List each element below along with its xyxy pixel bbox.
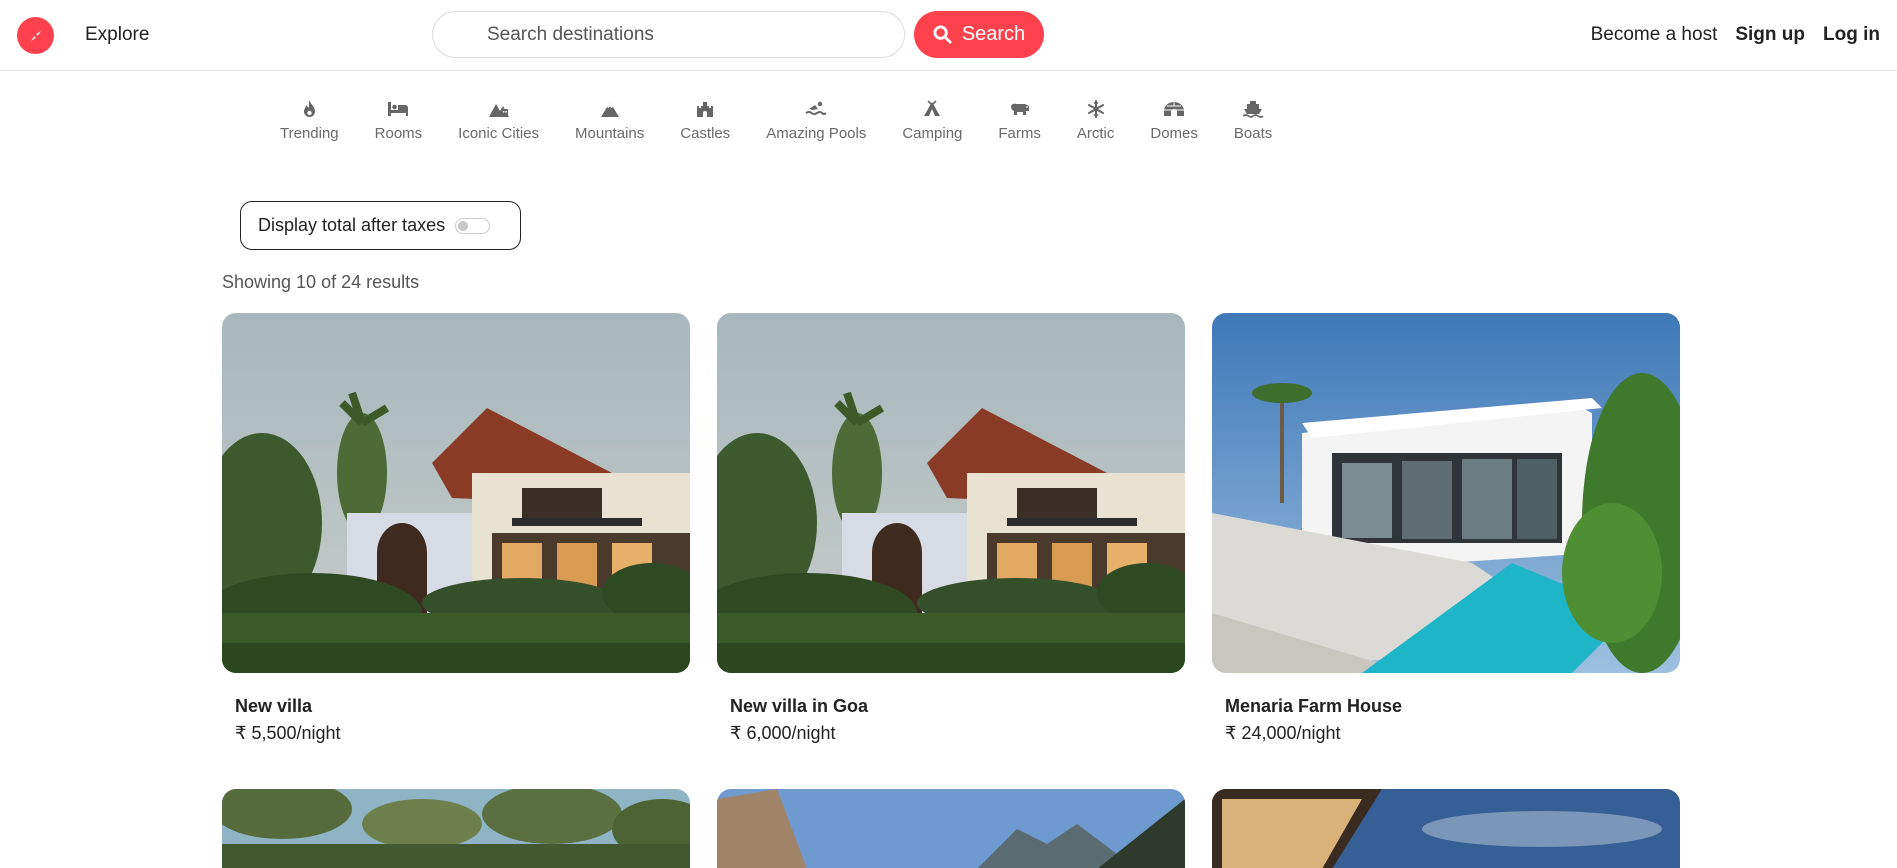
- filter-label: Castles: [680, 125, 731, 142]
- filter-rooms[interactable]: Rooms: [374, 98, 423, 142]
- filter-boats[interactable]: Boats: [1234, 98, 1272, 142]
- campground-icon: [921, 98, 943, 120]
- person-swimming-icon: [805, 98, 828, 120]
- filter-amazing-pools[interactable]: Amazing Pools: [766, 98, 866, 142]
- filter-farms[interactable]: Farms: [998, 98, 1041, 142]
- navbar: Explore Search Become a host Sign up Log…: [0, 0, 1897, 71]
- explore-link[interactable]: Explore: [85, 24, 149, 46]
- filter-label: Boats: [1233, 125, 1273, 142]
- filter-trending[interactable]: Trending: [280, 98, 339, 142]
- listing-title: New villa: [235, 696, 313, 716]
- listing-price: ₹ 5,500/night: [235, 723, 341, 743]
- listing-image[interactable]: [1212, 789, 1680, 868]
- filter-mountains[interactable]: Mountains: [575, 98, 644, 142]
- listing-image[interactable]: [222, 313, 690, 673]
- search-button-label: Search: [961, 23, 1026, 45]
- tax-toggle[interactable]: Display total after taxes: [240, 201, 521, 250]
- filter-label: Camping: [902, 125, 963, 142]
- listing-image[interactable]: [717, 313, 1185, 673]
- compass-icon[interactable]: [17, 17, 54, 54]
- listing-card[interactable]: [1212, 789, 1680, 868]
- listing-title: Menaria Farm House: [1225, 696, 1403, 716]
- fire-icon: [298, 98, 320, 120]
- filter-iconic-cities[interactable]: Iconic Cities: [458, 98, 539, 142]
- search-input[interactable]: [432, 11, 905, 58]
- filter-label: Arctic: [1076, 125, 1115, 142]
- filter-label: Iconic Cities: [458, 125, 540, 142]
- filter-camping[interactable]: Camping: [902, 98, 962, 142]
- tax-toggle-label: Display total after taxes: [258, 215, 446, 235]
- cow-icon: [1009, 98, 1031, 120]
- igloo-icon: [1163, 98, 1185, 120]
- filter-label: Mountains: [575, 125, 645, 142]
- become-host-link[interactable]: Become a host: [1591, 24, 1718, 46]
- results-count: Showing 10 of 24 results: [222, 272, 420, 292]
- listing-card[interactable]: New villa ₹ 5,500/night: [222, 313, 690, 743]
- filter-label: Farms: [998, 125, 1041, 142]
- castle-icon: [694, 98, 716, 120]
- listing-price: ₹ 6,000/night: [730, 723, 836, 743]
- login-link[interactable]: Log in: [1823, 24, 1880, 46]
- listing-card[interactable]: New villa in Goa ₹ 6,000/night: [717, 313, 1185, 743]
- mountain-city-icon: [488, 98, 510, 120]
- filter-label: Rooms: [374, 125, 423, 142]
- filter-label: Amazing Pools: [766, 125, 867, 142]
- listing-image[interactable]: [717, 789, 1185, 868]
- bed-icon: [387, 98, 409, 120]
- filter-domes[interactable]: Domes: [1150, 98, 1198, 142]
- mountain-icon: [599, 98, 621, 120]
- listing-image[interactable]: [222, 789, 690, 868]
- filter-castles[interactable]: Castles: [680, 98, 730, 142]
- signup-link[interactable]: Sign up: [1735, 24, 1805, 46]
- listing-card[interactable]: [717, 789, 1185, 868]
- switch-knob: [458, 220, 469, 231]
- listing-price: ₹ 24,000/night: [1225, 723, 1341, 743]
- search-button[interactable]: Search: [914, 11, 1044, 58]
- listing-title: New villa in Goa: [730, 696, 869, 716]
- search-icon: [933, 25, 952, 44]
- filter-label: Trending: [280, 125, 339, 142]
- nav-right: Become a host Sign up Log in: [1591, 24, 1880, 46]
- filter-label: Domes: [1150, 125, 1198, 142]
- tax-switch[interactable]: [455, 217, 491, 234]
- listing-card[interactable]: [222, 789, 690, 868]
- category-filters: Trending Rooms Iconic Cities Mountains C…: [280, 98, 1272, 142]
- filter-arctic[interactable]: Arctic: [1076, 98, 1115, 142]
- snowflake-icon: [1085, 98, 1107, 120]
- listing-card[interactable]: Menaria Farm House ₹ 24,000/night: [1212, 313, 1680, 743]
- ship-icon: [1242, 98, 1264, 120]
- compass-needle-icon: [30, 30, 41, 41]
- listing-image[interactable]: [1212, 313, 1680, 673]
